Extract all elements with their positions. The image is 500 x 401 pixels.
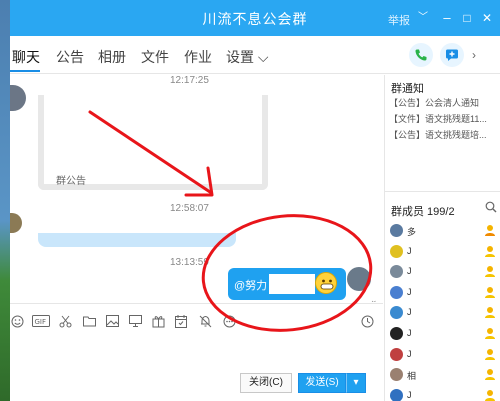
my-message-bubble[interactable]: @努力: [228, 268, 346, 300]
divider: [385, 191, 500, 192]
desktop-background: [0, 0, 10, 401]
send-options-dropdown[interactable]: ▾: [346, 373, 366, 393]
member-row[interactable]: J: [390, 264, 496, 280]
qq-group-chat-window: 川流不息公会群 举报 ﹀ – □ ✕ 聊天 公告 相册 文件 作业 设置 ⌵ ›: [10, 0, 500, 401]
group-info-panel: 群通知 【公告】公会清人通知 【文件】语文挑残题11... 【公告】语文挑残题培…: [384, 75, 500, 401]
redacted-text: [269, 274, 315, 294]
message-input[interactable]: 关闭(C) 发送(S) ▾: [10, 337, 383, 401]
member-name: J: [407, 348, 412, 359]
minimize-button[interactable]: –: [438, 9, 456, 27]
scroll-down-icon[interactable]: ⌄: [370, 295, 378, 302]
admin-badge-icon: [484, 265, 496, 278]
member-avatar[interactable]: [390, 285, 403, 299]
member-avatar[interactable]: [390, 368, 403, 382]
send-button[interactable]: 发送(S): [298, 373, 346, 393]
group-notice-label: 群公告: [56, 176, 86, 187]
member-name: J: [407, 307, 412, 318]
timestamp: 12:58:07: [170, 203, 209, 214]
chat-bubble[interactable]: [38, 233, 236, 247]
grinning-emoji-icon: [315, 272, 337, 294]
admin-badge-icon: [484, 306, 496, 319]
member-avatar[interactable]: [390, 347, 403, 361]
notice-item[interactable]: 【公告】语文挑残题培...: [389, 128, 497, 141]
member-avatar[interactable]: [10, 213, 22, 233]
phone-call-button[interactable]: [409, 43, 433, 67]
my-avatar[interactable]: [347, 267, 371, 291]
history-clock-icon[interactable]: [360, 314, 374, 328]
member-row[interactable]: J: [390, 285, 496, 301]
close-chat-button[interactable]: 关闭(C): [240, 373, 292, 393]
member-row[interactable]: J: [390, 388, 496, 401]
member-row[interactable]: J: [390, 244, 496, 260]
close-button[interactable]: ✕: [478, 9, 496, 27]
gif-icon[interactable]: GIF: [31, 314, 51, 328]
new-message-button[interactable]: [440, 43, 464, 67]
tab-files[interactable]: 文件: [141, 47, 169, 67]
members-title: 群成员 199/2: [391, 206, 455, 218]
member-search-icon[interactable]: [485, 201, 497, 216]
admin-badge-icon: [484, 286, 496, 299]
input-toolbar: GIF: [10, 303, 383, 337]
maximize-button[interactable]: □: [458, 9, 476, 27]
folder-icon[interactable]: [82, 314, 96, 328]
notice-item[interactable]: 【文件】语文挑残题11...: [389, 112, 497, 125]
admin-badge-icon: [484, 368, 496, 381]
member-name: J: [407, 245, 412, 256]
group-notice-title: 群通知: [391, 83, 424, 95]
scissors-icon[interactable]: [58, 314, 72, 328]
admin-badge-icon: [484, 327, 496, 340]
member-row[interactable]: J: [390, 347, 496, 363]
admin-badge-icon: [484, 389, 496, 401]
group-notice-message-card[interactable]: 群公告: [38, 95, 268, 190]
member-name: J: [407, 286, 412, 297]
tab-settings[interactable]: 设置 ⌵: [226, 47, 269, 67]
member-name: 相: [407, 371, 417, 382]
member-row[interactable]: J: [390, 326, 496, 342]
member-row[interactable]: 相: [390, 367, 496, 383]
admin-badge-icon: [484, 245, 496, 258]
member-avatar[interactable]: [390, 265, 403, 279]
member-name: 多: [407, 227, 417, 237]
chat-plus-icon: [446, 49, 458, 61]
member-avatar[interactable]: [390, 306, 403, 320]
member-avatar[interactable]: [390, 244, 403, 258]
member-name: J: [407, 389, 412, 400]
svg-text:GIF: GIF: [35, 318, 47, 326]
member-row[interactable]: 多: [390, 223, 496, 239]
tab-bar: 聊天 公告 相册 文件 作业 设置 ⌵ ›: [10, 36, 500, 74]
more-options-icon[interactable]: [222, 314, 236, 328]
timestamp: 12:17:25: [170, 75, 209, 86]
member-avatar[interactable]: [10, 85, 26, 111]
bell-mute-icon[interactable]: [198, 314, 212, 328]
tab-album[interactable]: 相册: [98, 47, 126, 67]
member-row[interactable]: J: [390, 305, 496, 321]
title-bar: 川流不息公会群 举报 ﹀ – □ ✕: [10, 0, 500, 36]
phone-icon: [415, 49, 427, 61]
image-icon[interactable]: [105, 314, 119, 328]
member-avatar[interactable]: [390, 388, 403, 401]
more-tabs-icon[interactable]: ›: [472, 48, 476, 62]
tab-chat[interactable]: 聊天: [12, 47, 40, 67]
member-avatar[interactable]: [390, 327, 403, 340]
report-link[interactable]: 举报: [388, 12, 410, 28]
gift-icon[interactable]: [151, 314, 165, 328]
member-avatar[interactable]: [390, 224, 403, 237]
active-tab-indicator: [10, 70, 40, 72]
tab-announcement[interactable]: 公告: [56, 47, 84, 67]
mention-text: @努力: [234, 280, 268, 292]
member-name: J: [407, 328, 412, 338]
member-name: J: [407, 266, 412, 277]
emoji-icon[interactable]: [10, 314, 24, 328]
screen-share-icon[interactable]: [128, 314, 142, 328]
tab-homework[interactable]: 作业: [184, 47, 212, 67]
calendar-icon[interactable]: [174, 314, 188, 328]
owner-badge-icon: [484, 224, 496, 237]
admin-badge-icon: [484, 348, 496, 361]
dropdown-icon[interactable]: ﹀: [414, 9, 432, 27]
notice-item[interactable]: 【公告】公会清人通知: [389, 96, 497, 109]
timestamp: 13:13:59: [170, 257, 209, 268]
chat-message-area[interactable]: 12:17:25 群公告 12:58:07 13:13:59 @努力 ⌄: [10, 75, 383, 302]
